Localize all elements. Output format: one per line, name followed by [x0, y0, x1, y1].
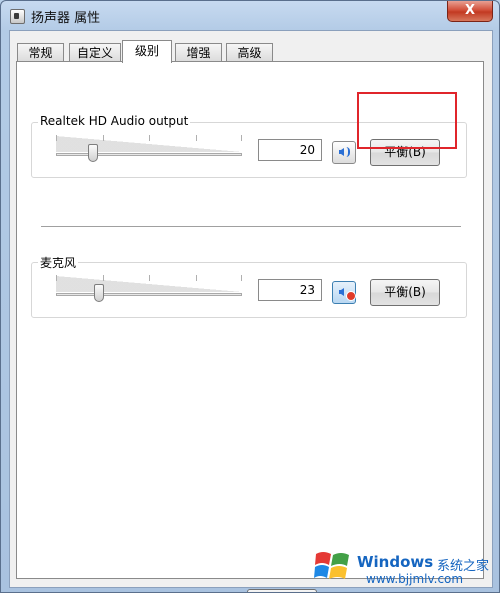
- volume-value-microphone[interactable]: 23: [258, 279, 322, 301]
- tab-advanced[interactable]: 高级: [226, 43, 273, 61]
- speaker-icon: [339, 148, 344, 156]
- speaker-mute-button-microphone[interactable]: [332, 281, 356, 304]
- tab-custom[interactable]: 自定义: [69, 43, 121, 61]
- slider-tick: [149, 135, 150, 141]
- volume-slider-output[interactable]: [56, 153, 242, 156]
- device-name-microphone: 麦克风: [38, 254, 79, 271]
- highlight-box: [357, 92, 457, 149]
- muted-badge-icon: [346, 291, 356, 301]
- slider-tick: [196, 275, 197, 281]
- tab-levels[interactable]: 级别: [122, 40, 172, 63]
- speaker-app-icon: [10, 9, 25, 24]
- sound-wave-icon: [346, 147, 350, 157]
- tab-enhancements[interactable]: 增强: [175, 43, 222, 61]
- slider-tick: [56, 275, 57, 281]
- close-button[interactable]: X: [447, 1, 493, 22]
- slider-tick: [103, 135, 104, 141]
- slider-tick: [56, 135, 57, 141]
- ok-button[interactable]: 确定: [247, 589, 317, 592]
- watermark-url: www.bjjmlv.com: [366, 572, 464, 586]
- window-title: 扬声器 属性: [31, 11, 101, 26]
- properties-window: 扬声器 属性 X 常规 自定义 级别 增强 高级 Realtek HD Audi…: [0, 0, 500, 593]
- title-bar[interactable]: 扬声器 属性 X: [1, 1, 499, 29]
- speaker-icon: [339, 288, 344, 296]
- windows-logo-icon: [314, 552, 349, 579]
- slider-tick: [241, 275, 242, 281]
- balance-button-microphone[interactable]: 平衡(B): [370, 279, 440, 306]
- device-name-output: Realtek HD Audio output: [38, 114, 191, 128]
- volume-thumb-microphone[interactable]: [93, 284, 104, 302]
- volume-thumb-output[interactable]: [88, 144, 99, 162]
- slider-tick: [149, 275, 150, 281]
- device-group-microphone: 麦克风 23 平衡(B): [31, 254, 467, 318]
- volume-slider-microphone[interactable]: [56, 293, 242, 296]
- separator: [41, 226, 461, 227]
- speaker-mute-button-output[interactable]: [332, 141, 356, 164]
- slider-tick: [241, 135, 242, 141]
- watermark-brand: Windows: [357, 553, 434, 571]
- tab-general[interactable]: 常规: [17, 43, 64, 61]
- volume-value-output[interactable]: 20: [258, 139, 322, 161]
- slider-tick: [103, 275, 104, 281]
- slider-tick: [196, 135, 197, 141]
